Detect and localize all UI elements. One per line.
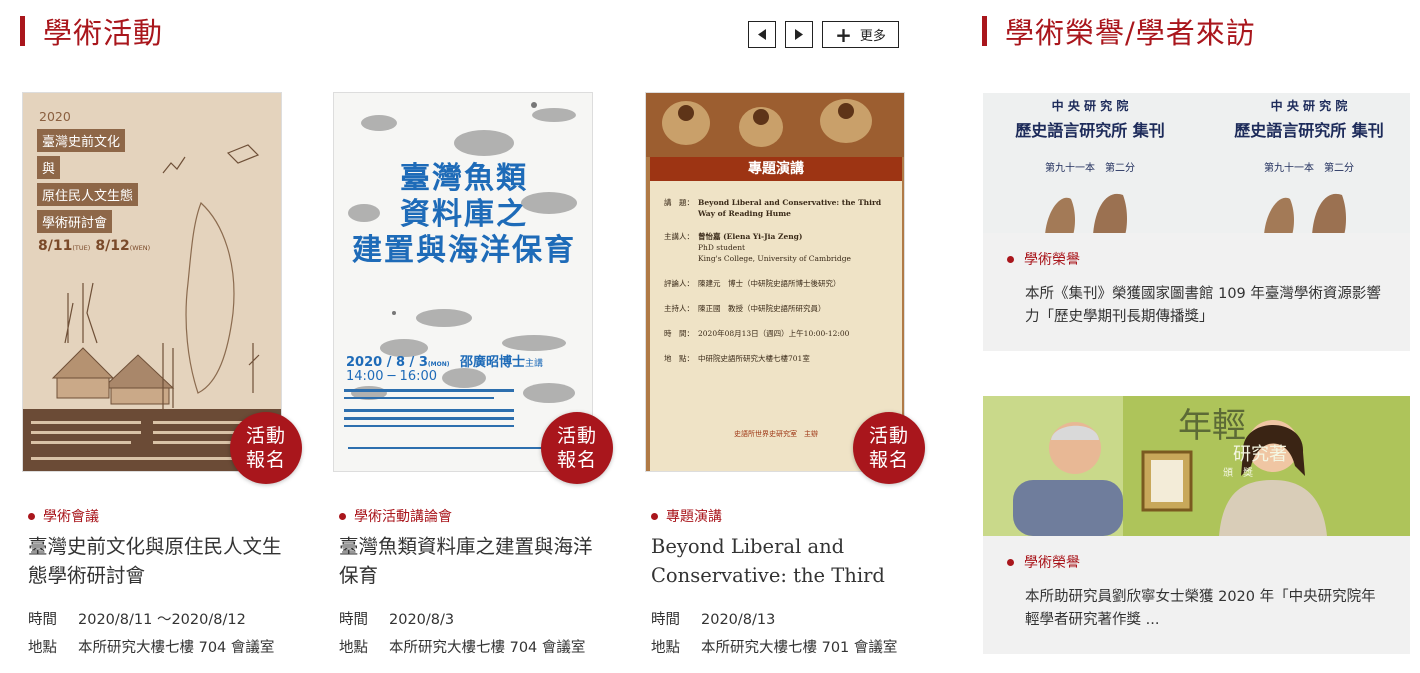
bullet-dot-icon: [28, 512, 35, 520]
prev-button[interactable]: [748, 21, 776, 48]
register-badge[interactable]: 活動 報名: [853, 412, 925, 484]
award-ceremony-photo[interactable]: 年輕 研究著 頒 獎: [983, 396, 1410, 536]
event-poster-image[interactable]: 2020 臺灣史前文化 與 原住民人文生態 學術研討會 8/11(TUE) 8/…: [22, 92, 282, 472]
honor-card[interactable]: 中 央 研 究 院 歷史語言研究所 集刊 第九十一本 第二分 中 央 研 究 院…: [983, 93, 1410, 351]
honor-description[interactable]: 本所《集刊》榮獲國家圖書館 109 年臺灣學術資源影響力「歷史學期刊長期傳播獎」: [1025, 283, 1390, 329]
poster-year: 2020: [39, 109, 71, 124]
honor-category: 學術榮譽: [1007, 249, 1080, 269]
poster-title-line: 臺灣史前文化: [37, 129, 126, 152]
event-category: 學術活動講論會: [339, 506, 452, 526]
poster-title-line: 原住民人文生態: [37, 183, 139, 206]
event-title[interactable]: 臺灣史前文化與原住民人文生態學術研討會: [28, 532, 288, 590]
academic-activities-heading: 學術活動: [20, 14, 163, 50]
next-button[interactable]: [785, 21, 813, 48]
event-card[interactable]: 臺灣魚類 資料庫之 建置與海洋保育 2020 / 8 / 3(MON) 邵廣昭博…: [333, 92, 623, 662]
badge-text: 活動: [868, 425, 909, 447]
bullet-dot-icon: [1007, 558, 1014, 566]
event-place: 地點 本所研究大樓七樓 704 會議室: [28, 640, 275, 656]
backdrop-award-mark: 頒 獎: [1223, 468, 1253, 479]
bullet-dot-icon: [339, 512, 346, 520]
event-poster-image[interactable]: 專題演講 講 題： Beyond Liberal and Conservative…: [645, 92, 905, 472]
poster-hours: 14:00 ─ 16:00: [346, 369, 438, 384]
badge-text: 活動: [556, 425, 597, 447]
poster-date: 2020 / 8 / 3(MON) 邵廣昭博士主講: [346, 355, 544, 370]
plus-icon: +: [835, 22, 852, 47]
badge-text: 報名: [868, 449, 909, 471]
event-place: 地點 本所研究大樓七樓 701 會議室: [651, 640, 898, 656]
heading-accent-bar: [20, 16, 25, 46]
journal-cover-image[interactable]: 中 央 研 究 院 歷史語言研究所 集刊 第九十一本 第二分 中 央 研 究 院…: [983, 93, 1410, 233]
event-title[interactable]: 臺灣魚類資料庫之建置與海洋保育: [339, 532, 599, 590]
heading-accent-bar: [982, 16, 987, 46]
journal-cover: 中 央 研 究 院 歷史語言研究所 集刊 第九十一本 第二分: [1202, 93, 1410, 233]
event-time: 時間 2020/8/3: [339, 612, 455, 628]
honor-category: 學術榮譽: [1007, 552, 1080, 572]
poster-dates: 8/11(TUE) 8/12(WEN): [38, 238, 151, 254]
more-button[interactable]: + 更多: [822, 21, 899, 48]
badge-text: 報名: [245, 449, 286, 471]
register-badge[interactable]: 活動 報名: [541, 412, 613, 484]
triangle-left-icon: [758, 29, 766, 40]
event-card[interactable]: 2020 臺灣史前文化 與 原住民人文生態 學術研討會 8/11(TUE) 8/…: [22, 92, 312, 662]
section-title: 學術活動: [43, 16, 164, 50]
journal-cover: 中 央 研 究 院 歷史語言研究所 集刊 第九十一本 第二分: [983, 93, 1197, 233]
triangle-right-icon: [795, 29, 803, 40]
event-card[interactable]: 專題演講 講 題： Beyond Liberal and Conservative…: [645, 92, 935, 662]
event-time: 時間 2020/8/11 ～2020/8/12: [28, 612, 246, 628]
event-category: 專題演講: [651, 506, 722, 526]
honor-card[interactable]: 年輕 研究著 頒 獎 學術榮譽 本所助研究員劉欣寧女士榮獲 2020 年「中央研…: [983, 396, 1410, 654]
honor-description[interactable]: 本所助研究員劉欣寧女士榮獲 2020 年「中央研究院年輕學者研究著作獎 ...: [1025, 586, 1390, 632]
badge-text: 活動: [245, 425, 286, 447]
event-place: 地點 本所研究大樓七樓 704 會議室: [339, 640, 586, 656]
more-label: 更多: [859, 29, 886, 44]
backdrop-subtext: 研究著: [1233, 444, 1287, 465]
register-badge[interactable]: 活動 報名: [230, 412, 302, 484]
bullet-dot-icon: [1007, 255, 1014, 263]
poster-title-line: 學術研討會: [37, 210, 113, 233]
event-title[interactable]: Beyond Liberal and Conservative: the Thi…: [651, 532, 911, 590]
section-title: 學術榮譽/學者來訪: [1005, 16, 1256, 50]
poster-title-line: 與: [37, 156, 61, 179]
badge-text: 報名: [556, 449, 597, 471]
poster-details: 講 題： Beyond Liberal and Conservative: the…: [664, 198, 882, 363]
poster-title: 臺灣魚類 資料庫之 建置與海洋保育: [352, 161, 576, 268]
event-category: 學術會議: [28, 506, 99, 526]
event-time: 時間 2020/8/13: [651, 612, 776, 628]
bullet-dot-icon: [651, 512, 658, 520]
event-poster-image[interactable]: 臺灣魚類 資料庫之 建置與海洋保育 2020 / 8 / 3(MON) 邵廣昭博…: [333, 92, 593, 472]
academic-honors-heading: 學術榮譽/學者來訪: [982, 14, 1256, 50]
poster-banner: 專題演講: [650, 157, 902, 181]
